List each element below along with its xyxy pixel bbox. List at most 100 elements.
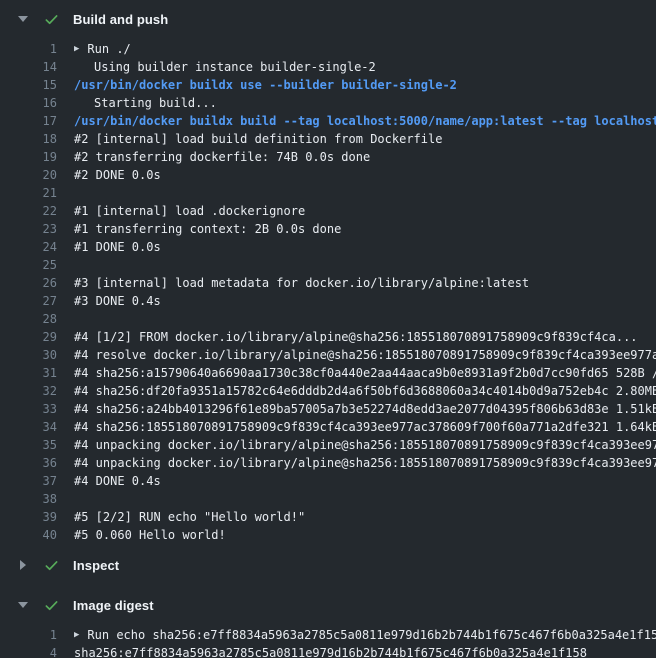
line-text: #4 unpacking docker.io/library/alpine@sh… bbox=[74, 436, 656, 454]
log-line: 4 sha256:e7ff8834a5963a2785c5a0811e979d1… bbox=[0, 644, 656, 658]
line-content bbox=[74, 256, 656, 274]
line-text: #4 resolve docker.io/library/alpine@sha2… bbox=[74, 346, 656, 364]
log-line: 40 #5 0.060 Hello world! bbox=[0, 526, 656, 544]
line-number[interactable]: 21 bbox=[0, 184, 57, 202]
line-text: Run ./ bbox=[87, 40, 130, 58]
line-text: #4 [1/2] FROM docker.io/library/alpine@s… bbox=[74, 328, 638, 346]
line-number[interactable]: 20 bbox=[0, 166, 57, 184]
line-text: sha256:e7ff8834a5963a2785c5a0811e979d16b… bbox=[74, 644, 587, 658]
line-number[interactable]: 39 bbox=[0, 508, 57, 526]
log-line: 15 /usr/bin/docker buildx use --builder … bbox=[0, 76, 656, 94]
line-number[interactable]: 25 bbox=[0, 256, 57, 274]
line-content: #5 [2/2] RUN echo "Hello world!" bbox=[74, 508, 656, 526]
log-line: 31 #4 sha256:a15790640a6690aa1730c38cf0a… bbox=[0, 364, 656, 382]
section-log-lines: 1 ▶ Run echo sha256:e7ff8834a5963a2785c5… bbox=[0, 623, 656, 658]
section-title: Image digest bbox=[73, 598, 154, 613]
success-check-icon bbox=[44, 12, 59, 27]
line-content: #4 unpacking docker.io/library/alpine@sh… bbox=[74, 454, 656, 472]
line-number[interactable]: 1 bbox=[0, 40, 57, 58]
line-content: ▶ Run ./ bbox=[74, 40, 656, 58]
line-number[interactable]: 38 bbox=[0, 490, 57, 508]
chevron-down-icon[interactable] bbox=[17, 13, 29, 25]
line-number[interactable]: 34 bbox=[0, 418, 57, 436]
line-text: #4 sha256:df20fa9351a15782c64e6dddb2d4a6… bbox=[74, 382, 656, 400]
line-number[interactable]: 33 bbox=[0, 400, 57, 418]
line-text: #4 sha256:185518070891758909c9f839cf4ca3… bbox=[74, 418, 656, 436]
line-content bbox=[74, 310, 656, 328]
line-content: #4 sha256:a24bb4013296f61e89ba57005a7b3e… bbox=[74, 400, 656, 418]
log-line: 16 Starting build... bbox=[0, 94, 656, 112]
log-line: 26 #3 [internal] load metadata for docke… bbox=[0, 274, 656, 292]
line-content: #5 0.060 Hello world! bbox=[74, 526, 656, 544]
line-number[interactable]: 18 bbox=[0, 130, 57, 148]
log-line: 23 #1 transferring context: 2B 0.0s done bbox=[0, 220, 656, 238]
section-log-lines: 1 ▶ Run ./ 14 Using builder instance bui… bbox=[0, 37, 656, 547]
line-text: Starting build... bbox=[94, 94, 217, 112]
line-content bbox=[74, 490, 656, 508]
line-number[interactable]: 36 bbox=[0, 454, 57, 472]
line-content: #2 DONE 0.0s bbox=[74, 166, 656, 184]
line-number[interactable]: 30 bbox=[0, 346, 57, 364]
line-content: sha256:e7ff8834a5963a2785c5a0811e979d16b… bbox=[74, 644, 656, 658]
log-line: 17 /usr/bin/docker buildx build --tag lo… bbox=[0, 112, 656, 130]
log-line: 20 #2 DONE 0.0s bbox=[0, 166, 656, 184]
log-line: 30 #4 resolve docker.io/library/alpine@s… bbox=[0, 346, 656, 364]
line-number[interactable]: 17 bbox=[0, 112, 57, 130]
line-content: #1 [internal] load .dockerignore bbox=[74, 202, 656, 220]
line-text: Using builder instance builder-single-2 bbox=[94, 58, 376, 76]
line-number[interactable]: 28 bbox=[0, 310, 57, 328]
runner-emoji-icon bbox=[74, 96, 88, 110]
line-number[interactable]: 15 bbox=[0, 76, 57, 94]
chevron-down-icon[interactable] bbox=[17, 599, 29, 611]
line-text: #1 [internal] load .dockerignore bbox=[74, 202, 305, 220]
log-line: 14 Using builder instance builder-single… bbox=[0, 58, 656, 76]
line-number[interactable]: 1 bbox=[0, 626, 57, 644]
line-number[interactable]: 23 bbox=[0, 220, 57, 238]
log-line: 32 #4 sha256:df20fa9351a15782c64e6dddb2d… bbox=[0, 382, 656, 400]
log-line: 1 ▶ Run echo sha256:e7ff8834a5963a2785c5… bbox=[0, 626, 656, 644]
line-number[interactable]: 16 bbox=[0, 94, 57, 112]
section-header-build-and-push[interactable]: Build and push bbox=[0, 1, 656, 37]
actions-log-viewer: Build and push 1 ▶ Run ./ 14 Using build… bbox=[0, 0, 656, 658]
line-content: Using builder instance builder-single-2 bbox=[74, 58, 656, 76]
section-title: Build and push bbox=[73, 12, 168, 27]
log-line: 39 #5 [2/2] RUN echo "Hello world!" bbox=[0, 508, 656, 526]
line-number[interactable]: 31 bbox=[0, 364, 57, 382]
line-text: #4 sha256:a24bb4013296f61e89ba57005a7b3e… bbox=[74, 400, 656, 418]
line-number[interactable]: 14 bbox=[0, 58, 57, 76]
line-number[interactable]: 27 bbox=[0, 292, 57, 310]
line-text: #5 [2/2] RUN echo "Hello world!" bbox=[74, 508, 305, 526]
line-text: #4 sha256:a15790640a6690aa1730c38cf0a440… bbox=[74, 364, 656, 382]
line-number[interactable]: 32 bbox=[0, 382, 57, 400]
line-number[interactable]: 19 bbox=[0, 148, 57, 166]
log-line: 21 bbox=[0, 184, 656, 202]
line-number[interactable]: 37 bbox=[0, 472, 57, 490]
log-line: 28 bbox=[0, 310, 656, 328]
line-content: #3 [internal] load metadata for docker.i… bbox=[74, 274, 656, 292]
line-content: #4 resolve docker.io/library/alpine@sha2… bbox=[74, 346, 656, 364]
chevron-right-icon[interactable] bbox=[17, 559, 29, 571]
line-number[interactable]: 35 bbox=[0, 436, 57, 454]
line-number[interactable]: 40 bbox=[0, 526, 57, 544]
line-text: #3 [internal] load metadata for docker.i… bbox=[74, 274, 529, 292]
line-content: #2 [internal] load build definition from… bbox=[74, 130, 656, 148]
section-title: Inspect bbox=[73, 558, 119, 573]
line-content: #4 [1/2] FROM docker.io/library/alpine@s… bbox=[74, 328, 656, 346]
line-number[interactable]: 29 bbox=[0, 328, 57, 346]
line-number[interactable]: 4 bbox=[0, 644, 57, 658]
line-number[interactable]: 26 bbox=[0, 274, 57, 292]
log-line: 25 bbox=[0, 256, 656, 274]
line-content: #4 sha256:df20fa9351a15782c64e6dddb2d4a6… bbox=[74, 382, 656, 400]
line-number[interactable]: 24 bbox=[0, 238, 57, 256]
line-content: #4 unpacking docker.io/library/alpine@sh… bbox=[74, 436, 656, 454]
section-header-inspect[interactable]: Inspect bbox=[0, 547, 656, 583]
line-content bbox=[74, 184, 656, 202]
line-text: #2 transferring dockerfile: 74B 0.0s don… bbox=[74, 148, 370, 166]
expand-run-group-icon[interactable]: ▶ bbox=[74, 40, 79, 58]
section-header-image-digest[interactable]: Image digest bbox=[0, 587, 656, 623]
expand-run-group-icon[interactable]: ▶ bbox=[74, 626, 79, 644]
log-line: 38 bbox=[0, 490, 656, 508]
line-number[interactable]: 22 bbox=[0, 202, 57, 220]
line-content: #4 sha256:a15790640a6690aa1730c38cf0a440… bbox=[74, 364, 656, 382]
log-line: 36 #4 unpacking docker.io/library/alpine… bbox=[0, 454, 656, 472]
